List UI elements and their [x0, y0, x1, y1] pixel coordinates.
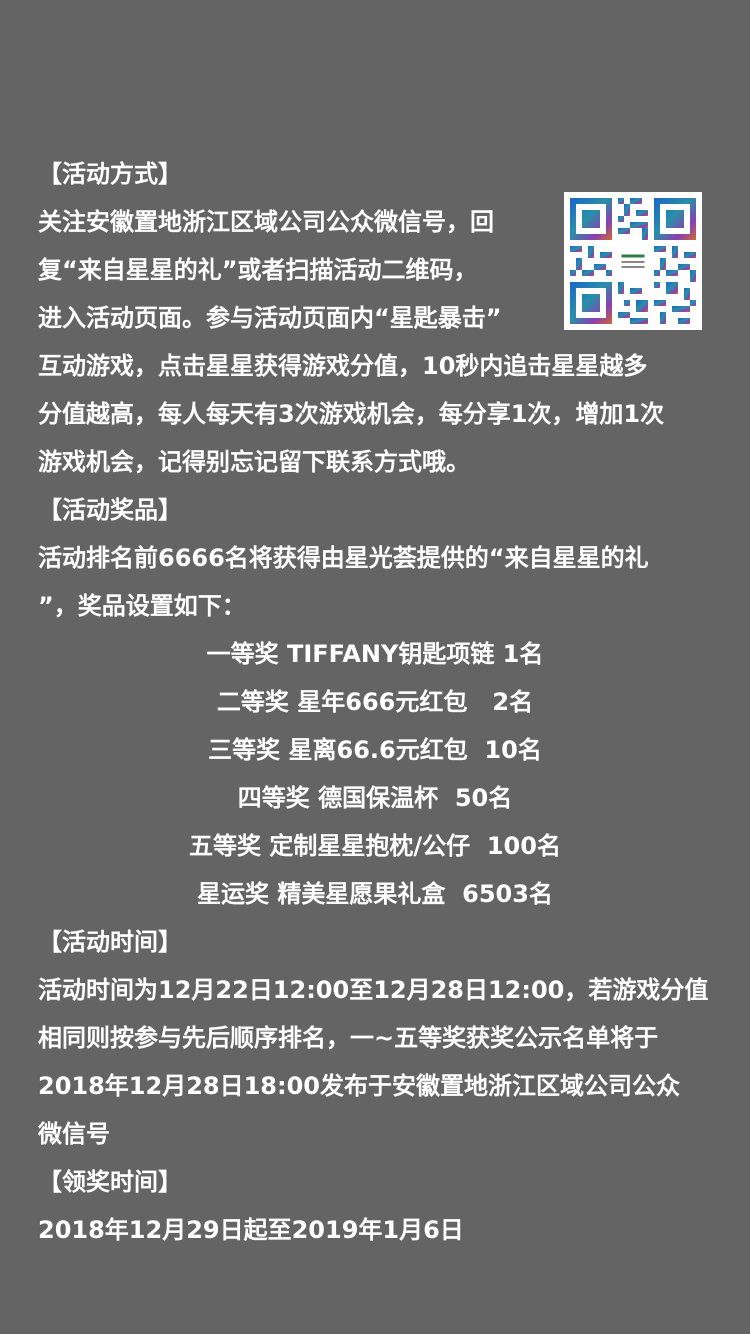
prize-item-lucky: 星运奖 精美星愿果礼盒 6503名 — [197, 880, 553, 908]
prizes-intro-line: 活动排名前6666名将获得由星光荟提供的“来自星星的礼 — [38, 544, 649, 572]
time-line: 2018年12月28日18:00发布于安徽置地浙江区域公司公众 — [38, 1072, 680, 1100]
prize-item-fourth: 四等奖 德国保温杯 50名 — [237, 784, 513, 812]
qr-code-graphic — [570, 198, 696, 324]
qr-code-icon[interactable] — [564, 192, 702, 330]
section-heading-method: 【活动方式】 — [38, 160, 182, 188]
method-line: 游戏机会，记得别忘记留下联系方式哦。 — [38, 448, 470, 476]
time-line: 活动时间为12月22日12:00至12月28日12:00，若游戏分值 — [38, 976, 709, 1004]
method-line: 关注安徽置地浙江区域公司公众微信号，回 — [38, 208, 494, 236]
section-heading-prizes: 【活动奖品】 — [38, 496, 182, 524]
prize-item-fifth: 五等奖 定制星星抱枕/公仔 100名 — [189, 832, 561, 860]
method-line: 复“来自星星的礼”或者扫描活动二维码， — [38, 256, 478, 284]
claim-line: 2018年12月29日起至2019年1月6日 — [38, 1216, 464, 1244]
method-line: 互动游戏，点击星星获得游戏分值，10秒内追击星星越多 — [38, 352, 648, 380]
prize-item-second: 二等奖 星年666元红包 2名 — [216, 688, 534, 716]
section-heading-time: 【活动时间】 — [38, 928, 182, 956]
method-line: 进入活动页面。参与活动页面内“星匙暴击” — [38, 304, 502, 332]
prize-item-third: 三等奖 星离66.6元红包 10名 — [208, 736, 542, 764]
section-heading-claim: 【领奖时间】 — [38, 1168, 182, 1196]
time-line: 微信号 — [38, 1120, 110, 1148]
prizes-intro-line: ”，奖品设置如下： — [38, 592, 246, 620]
method-line: 分值越高，每人每天有3次游戏机会，每分享1次，增加1次 — [38, 400, 665, 428]
time-line: 相同则按参与先后顺序排名，一~五等奖获奖公示名单将于 — [38, 1024, 659, 1052]
prize-item-first: 一等奖 TIFFANY钥匙项链 1名 — [206, 640, 544, 668]
